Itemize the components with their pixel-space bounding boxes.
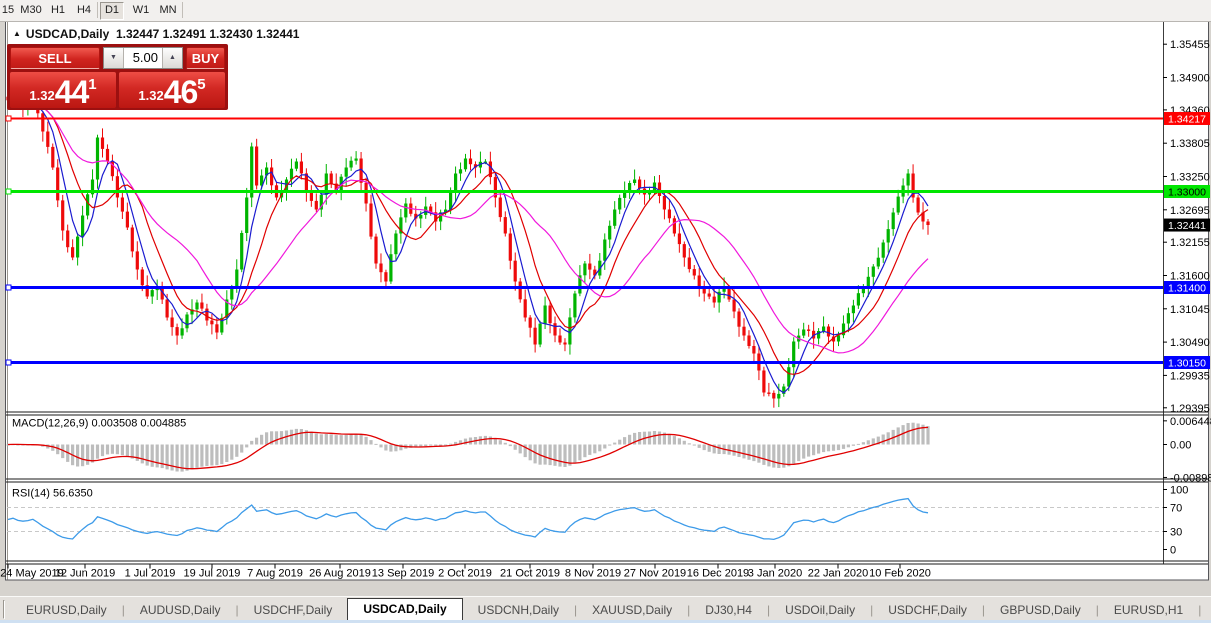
- hline-price-tag-label: 1.30150: [1168, 358, 1206, 370]
- sell-price-prefix: 1.32: [29, 88, 55, 103]
- tab-usdchf-daily[interactable]: USDCHF,Daily: [873, 600, 982, 621]
- date-axis-label: 2 Oct 2019: [438, 568, 492, 580]
- price-axis-label: 1.31045: [1170, 304, 1210, 316]
- date-axis-label: 26 Aug 2019: [309, 568, 371, 580]
- date-axis-label: 16 Dec 2019: [687, 568, 749, 580]
- toolbar-separator: [182, 2, 183, 18]
- period-button-15[interactable]: 15: [1, 2, 15, 18]
- price-axis-label: 1.34900: [1170, 73, 1210, 85]
- date-axis-label: 12 Jun 2019: [55, 568, 116, 580]
- tab-gbpusd-daily[interactable]: GBPUSD,Daily: [985, 600, 1096, 621]
- hline-handle-1.30150[interactable]: [5, 359, 12, 366]
- chart-title: ▲ USDCAD,Daily 1.32447 1.32491 1.32430 1.…: [13, 27, 299, 41]
- date-axis-label: 10 Feb 2020: [869, 568, 931, 580]
- timeframe-toolbar: 15 M30 H1 H4 D1 W1 MN: [0, 0, 1211, 22]
- hline-price-tag-label: 1.31400: [1168, 283, 1206, 295]
- tab-xauusd-daily[interactable]: XAUUSD,Daily: [577, 600, 687, 621]
- date-axis-label: 21 Oct 2019: [500, 568, 560, 580]
- price-axis-label: 1.35455: [1170, 39, 1210, 51]
- price-axis-label: 1.29395: [1170, 403, 1210, 415]
- current-price-label: 1.32441: [1168, 220, 1206, 232]
- date-axis-label: 19 Jul 2019: [184, 568, 241, 580]
- volume-decrease-icon[interactable]: ▼: [104, 48, 124, 68]
- price-axis-label: 1.33250: [1170, 172, 1210, 184]
- chart-ohlc-values: 1.32447 1.32491 1.32430 1.32441: [115, 27, 300, 41]
- tab-audusd-daily[interactable]: AUDUSD,Daily: [125, 600, 236, 621]
- date-axis-label: 7 Aug 2019: [247, 568, 303, 580]
- period-button-mn[interactable]: MN: [154, 2, 182, 18]
- date-axis-label: 1 Jul 2019: [125, 568, 176, 580]
- period-button-h4[interactable]: H4: [71, 2, 97, 18]
- tab-eurusd-h1[interactable]: EURUSD,H1: [1099, 600, 1198, 621]
- rsi-indicator-label: RSI(14) 56.6350: [12, 488, 93, 500]
- period-button-m30[interactable]: M30: [17, 2, 45, 18]
- date-axis-label: 27 Nov 2019: [624, 568, 686, 580]
- tab-usdchf-daily[interactable]: USDCHF,Daily: [239, 600, 348, 621]
- buy-price-pip: 5: [197, 76, 206, 93]
- hline-handle-1.33000[interactable]: [5, 188, 12, 195]
- price-axis-label: 1.31600: [1170, 271, 1210, 283]
- sell-price-pip: 1: [88, 76, 97, 93]
- period-button-d1[interactable]: D1: [100, 2, 124, 20]
- collapse-arrow-icon[interactable]: ▲: [13, 29, 21, 38]
- rsi-axis-label: 30: [1170, 527, 1182, 539]
- buy-price-big: 46: [163, 74, 199, 110]
- price-axis-label: 1.29935: [1170, 370, 1210, 382]
- buy-button[interactable]: BUY: [186, 47, 225, 69]
- date-axis-label: 3 Jan 2020: [748, 568, 802, 580]
- date-axis-label: 22 Jan 2020: [808, 568, 869, 580]
- tab-eurusd-daily[interactable]: EURUSD,Daily: [11, 600, 122, 621]
- volume-input[interactable]: 5.00: [124, 48, 162, 68]
- tab-dj30-h4[interactable]: DJ30,H4: [690, 600, 767, 621]
- period-button-h1[interactable]: H1: [45, 2, 71, 18]
- chart-symbol-label: USDCAD,Daily: [25, 27, 110, 41]
- tabbar-grip[interactable]: [3, 600, 5, 619]
- rsi-axis-label: 70: [1170, 503, 1182, 515]
- price-axis-label: 1.30490: [1170, 337, 1210, 349]
- chart-tab-bar: EURUSD,Daily | AUDUSD,Daily | USDCHF,Daily US…: [0, 596, 1211, 621]
- price-axis-label: 1.32155: [1170, 237, 1210, 249]
- tab-usdcnh-daily[interactable]: USDCNH,Daily: [463, 600, 574, 621]
- date-axis-label: 8 Nov 2019: [565, 568, 621, 580]
- rsi-axis-label: 0: [1170, 545, 1176, 557]
- volume-increase-icon[interactable]: ▲: [162, 48, 182, 68]
- hline-price-tag-label: 1.34217: [1168, 113, 1206, 125]
- sell-price-big: 44: [54, 74, 90, 110]
- macd-axis-label: 0.006448: [1170, 416, 1211, 428]
- buy-price-button[interactable]: 1.32 46 5: [119, 72, 225, 108]
- macd-axis-label: -0.008982: [1170, 472, 1211, 484]
- price-axis-label: 1.33805: [1170, 138, 1210, 150]
- tab-usdcad-daily[interactable]: USDCAD,Daily: [347, 598, 463, 621]
- date-axis-label: 13 Sep 2019: [372, 568, 434, 580]
- price-axis-label: 1.32695: [1170, 205, 1210, 217]
- hline-handle-1.31400[interactable]: [5, 284, 12, 291]
- tab-usdoil-daily[interactable]: USDOil,Daily: [770, 600, 870, 621]
- hline-price-tag-label: 1.33000: [1168, 187, 1206, 199]
- tab-gbpaud-h1[interactable]: GBPAUD,H1: [1201, 600, 1211, 621]
- toolbar-separator: [97, 2, 98, 18]
- sell-price-button[interactable]: 1.32 44 1: [10, 72, 116, 108]
- macd-axis-label: 0.00: [1170, 440, 1191, 452]
- sell-button[interactable]: SELL: [10, 47, 100, 69]
- one-click-trading-panel: SELL ▼ 5.00 ▲ BUY 1.32 44 1 1.32 46 5: [7, 44, 228, 110]
- rsi-axis-label: 100: [1170, 485, 1188, 497]
- volume-spinner: ▼ 5.00 ▲: [103, 47, 183, 69]
- period-button-w1[interactable]: W1: [127, 2, 155, 18]
- hline-handle-1.34217[interactable]: [5, 115, 12, 122]
- buy-price-prefix: 1.32: [138, 88, 164, 103]
- macd-indicator-label: MACD(12,26,9) 0.003508 0.004885: [12, 418, 186, 430]
